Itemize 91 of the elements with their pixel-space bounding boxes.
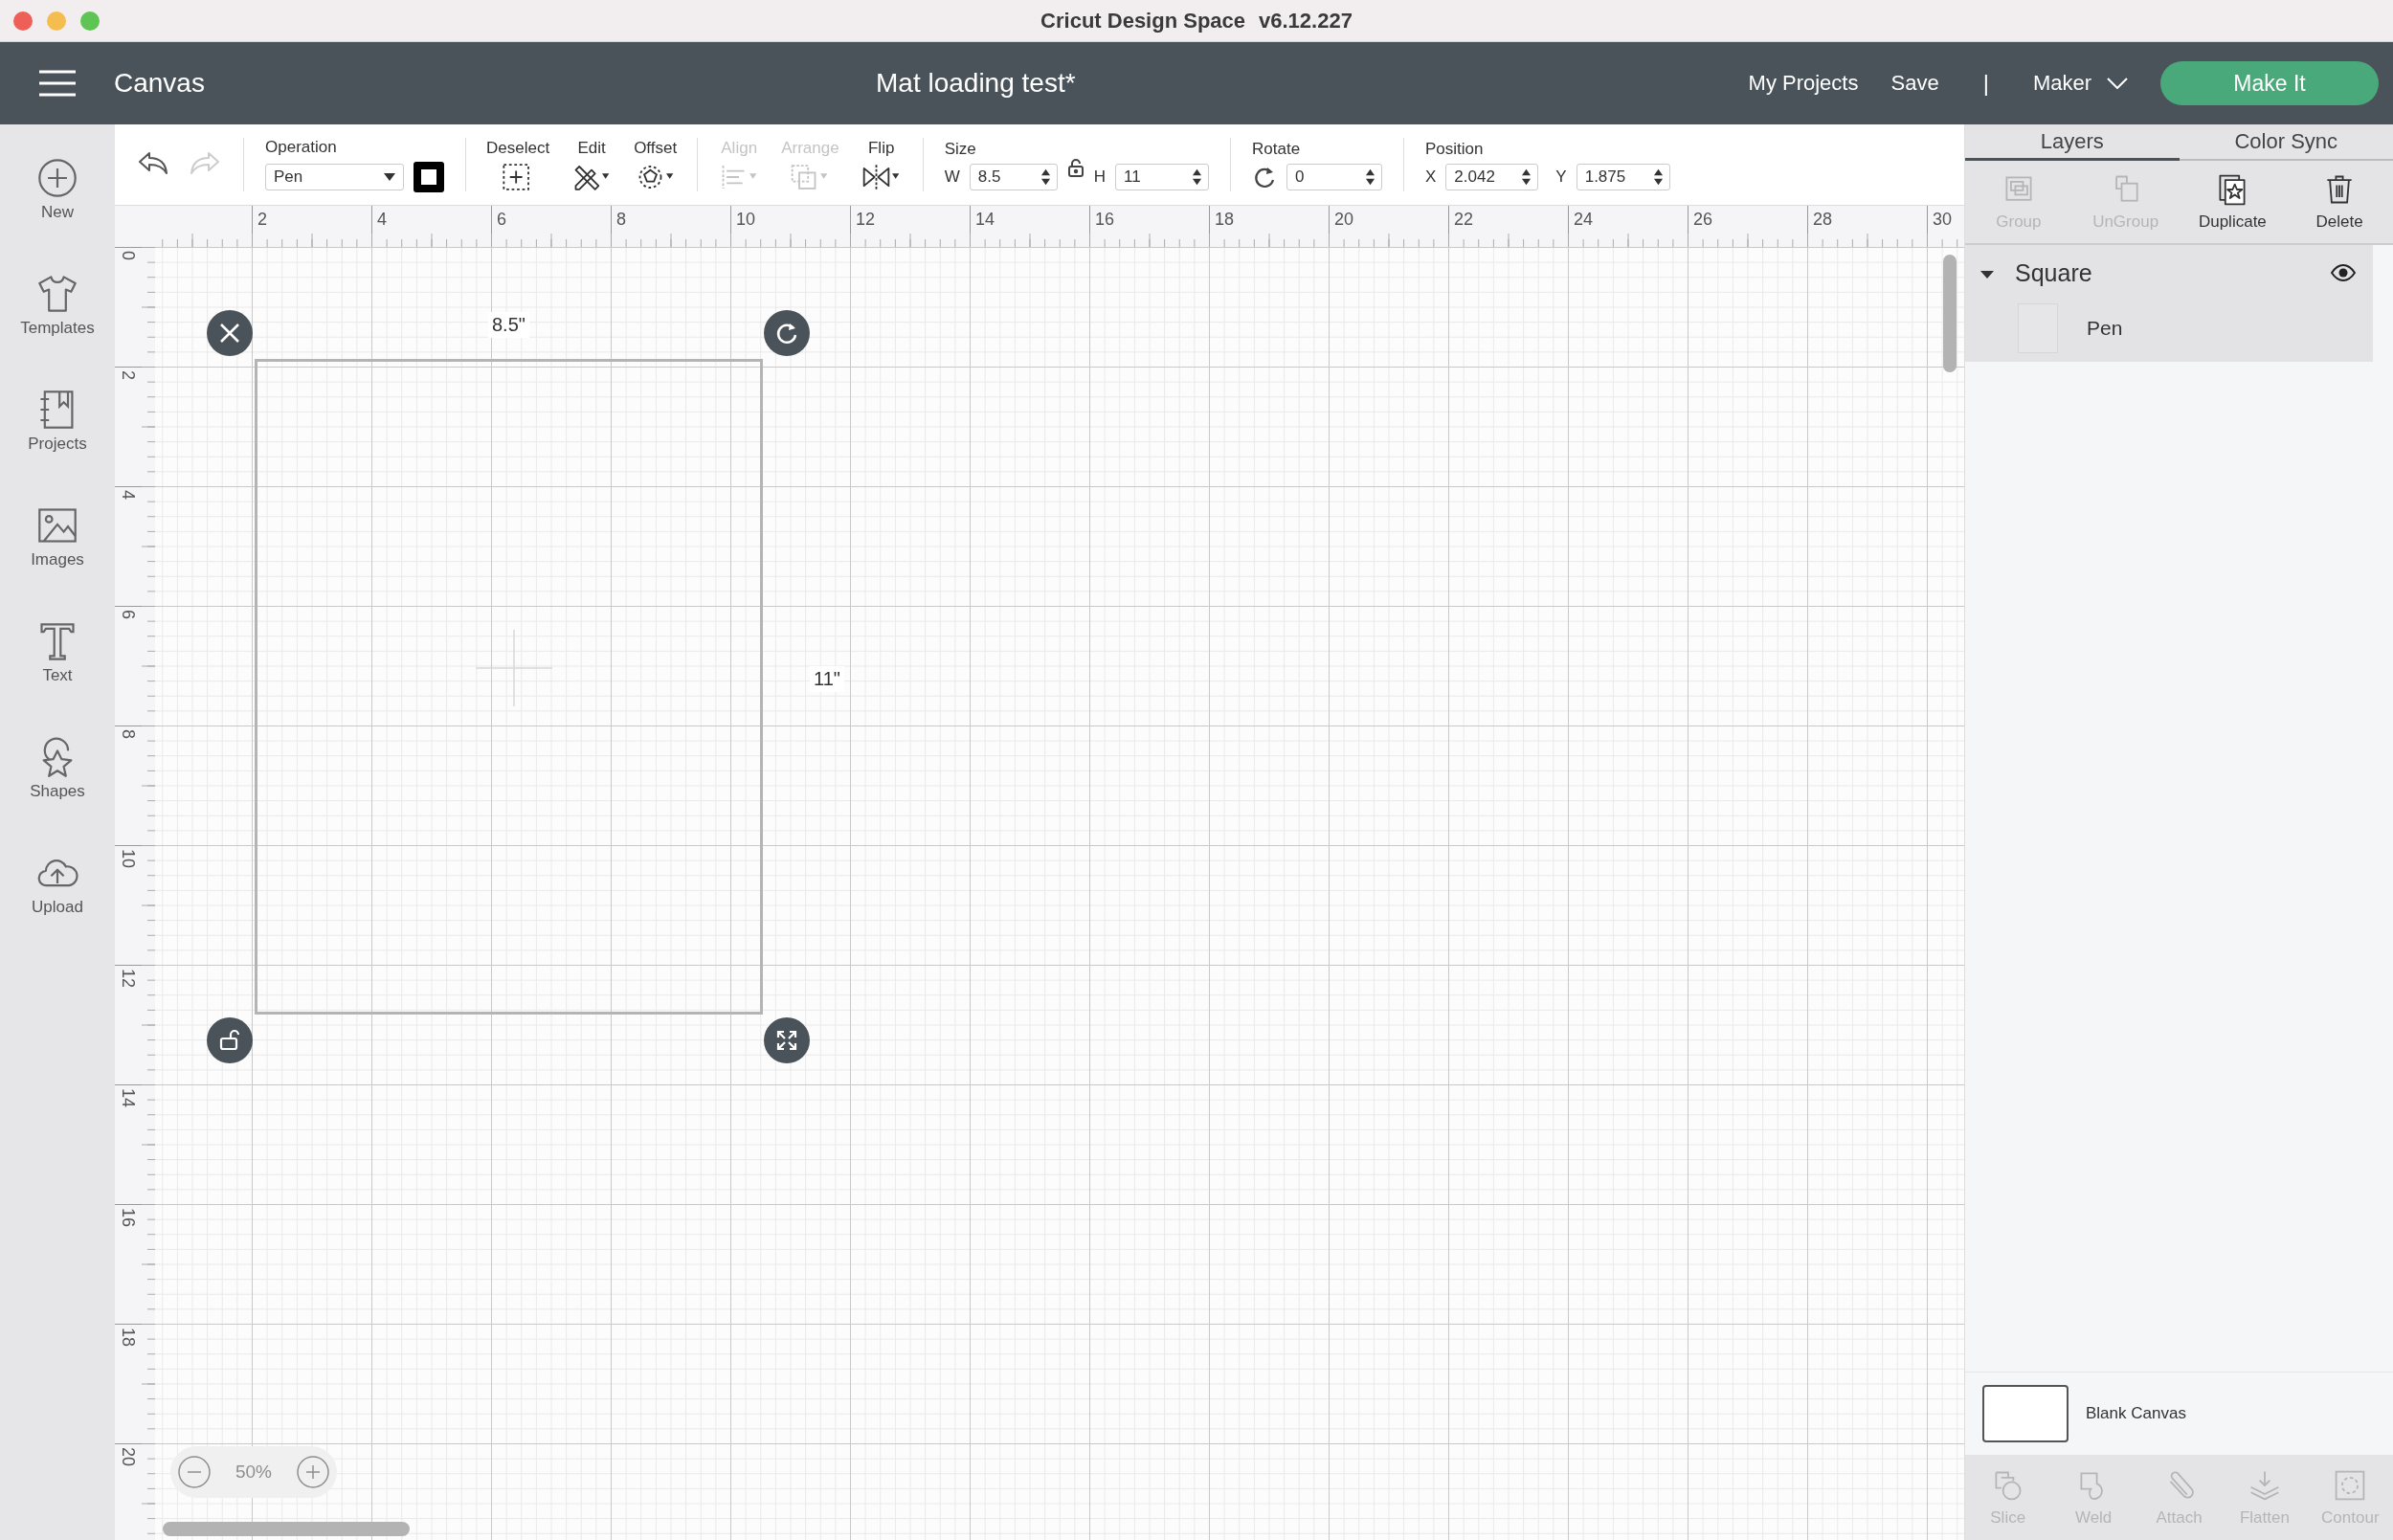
duplicate-button[interactable]: Duplicate (2179, 161, 2287, 243)
rotate-handle[interactable] (764, 310, 810, 356)
ruler-number: 26 (1693, 210, 1713, 230)
flip-tool-button[interactable]: Flip (849, 138, 913, 191)
tshirt-icon (36, 273, 78, 315)
header-separator: | (1982, 70, 1989, 97)
center-cross-icon (476, 630, 552, 706)
layer-name: Pen (2087, 317, 2123, 340)
ruler-number: 16 (1095, 210, 1115, 230)
rotate-field[interactable]: 0 (1286, 163, 1382, 190)
x-label: X (1425, 167, 1437, 187)
ruler-number: 0 (118, 251, 138, 260)
spinner-arrows-icon[interactable] (1040, 167, 1051, 187)
spinner-arrows-icon[interactable] (1652, 167, 1664, 187)
close-window-button[interactable] (13, 11, 33, 31)
ruler-number: 24 (1574, 210, 1594, 230)
ruler-number: 12 (856, 210, 876, 230)
height-dimension: 11" (810, 666, 844, 692)
ruler-number: 12 (118, 969, 138, 989)
ruler-number: 22 (1454, 210, 1474, 230)
padlock-open-icon[interactable] (1066, 157, 1085, 177)
ruler-number: 30 (1933, 210, 1953, 230)
edit-tool-button[interactable]: Edit (560, 138, 624, 191)
ruler-number: 4 (118, 490, 138, 500)
layer-name: Square (2015, 258, 2092, 287)
ruler-number: 4 (377, 210, 387, 230)
resize-handle[interactable] (764, 1017, 810, 1063)
ruler-number: 6 (118, 610, 138, 619)
ruler-number: 20 (1334, 210, 1354, 230)
layer-group[interactable]: Square Pen (1965, 245, 2373, 362)
eye-icon[interactable] (2331, 264, 2356, 281)
position-label: Position (1425, 139, 1485, 159)
spinner-arrows-icon[interactable] (1365, 167, 1375, 187)
project-title: Mat loading test* (876, 68, 1076, 99)
header-link[interactable]: My Projects (1748, 71, 1859, 96)
operation-dropdown[interactable]: Pen (265, 163, 404, 190)
ruler-number: 10 (118, 849, 138, 869)
sidebar-item[interactable]: Images (0, 504, 115, 620)
rotate-label: Rotate (1252, 139, 1302, 159)
menu-icon[interactable] (37, 69, 78, 98)
spinner-arrows-icon[interactable] (1521, 167, 1532, 187)
ruler-number: 2 (257, 210, 267, 230)
ruler-number: 8 (118, 729, 138, 739)
canvas-label: Blank Canvas (2086, 1404, 2186, 1423)
height-field[interactable]: 11 (1115, 163, 1209, 190)
ruler-number: 14 (118, 1088, 138, 1108)
delete-button[interactable]: Delete (2286, 161, 2393, 243)
sidebar-item[interactable]: Shapes (0, 736, 115, 852)
plus-circle-icon (36, 157, 78, 199)
ruler-number: 2 (118, 370, 138, 380)
ruler-number: 28 (1813, 210, 1833, 230)
width-dimension: 8.5" (488, 312, 529, 338)
app-version: v6.12.227 (1259, 8, 1353, 33)
size-label: Size (944, 139, 977, 159)
caret-icon (384, 172, 395, 181)
sidebar-item[interactable]: Upload (0, 852, 115, 968)
operation-label: Operation (265, 137, 338, 157)
chevron-down-icon (2107, 78, 2128, 89)
ruler-number: 14 (975, 210, 995, 230)
lock-handle[interactable] (207, 1017, 253, 1063)
ruler-number: 10 (736, 210, 756, 230)
offset-tool-button[interactable]: Offset (623, 138, 688, 191)
ruler-number: 18 (1215, 210, 1235, 230)
app-name: Cricut Design Space (1040, 8, 1246, 33)
deselect-tool-button[interactable]: Deselect (476, 138, 561, 191)
y-position-field[interactable]: 1.875 (1576, 163, 1670, 190)
pen-color-swatch[interactable] (414, 161, 444, 192)
machine-dropdown[interactable]: Maker (2032, 71, 2128, 96)
sidebar-item[interactable]: Text (0, 620, 115, 736)
height-label: H (1093, 167, 1106, 187)
ruler-number: 8 (616, 210, 626, 230)
zoom-level: 50% (235, 1462, 272, 1483)
y-label: Y (1555, 167, 1567, 187)
delete-handle[interactable] (207, 310, 253, 356)
ruler-number: 16 (118, 1208, 138, 1228)
ruler-number: 20 (118, 1447, 138, 1467)
width-field[interactable]: 8.5 (969, 163, 1058, 190)
sidebar-item[interactable]: New (0, 157, 115, 273)
horizontal-scrollbar[interactable] (163, 1522, 410, 1536)
sidebar-item[interactable]: Templates (0, 273, 115, 389)
ruler-number: 18 (118, 1328, 138, 1348)
vertical-scrollbar[interactable] (1943, 255, 1957, 372)
expand-triangle-down-icon[interactable] (1980, 268, 1994, 278)
header-link[interactable]: Save (1890, 71, 1939, 96)
sidebar-item[interactable]: Projects (0, 389, 115, 504)
spinner-arrows-icon[interactable] (1192, 167, 1202, 187)
x-position-field[interactable]: 2.042 (1445, 163, 1539, 190)
ruler-number: 6 (497, 210, 506, 230)
section-title: Canvas (114, 68, 205, 99)
width-label: W (944, 167, 960, 187)
canvas-thumbnail[interactable] (1982, 1385, 2069, 1442)
